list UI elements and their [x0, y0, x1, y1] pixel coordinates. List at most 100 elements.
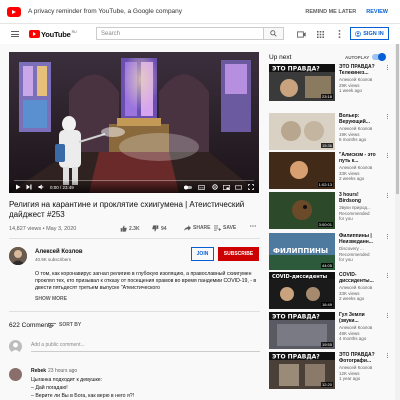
video-duration: 16:49 [320, 302, 333, 307]
recommended-title[interactable]: COVID-диссиденты... [339, 272, 379, 284]
recommended-meta: Алексей Козлов 48K views 4 months ago [339, 325, 372, 342]
privacy-reminder-text: A privacy reminder from YouTube, a Googl… [28, 8, 183, 15]
video-view-date: 14,827 views • May 3, 2020 [9, 226, 77, 232]
logo-wordmark: YouTube [41, 29, 71, 39]
more-options-icon[interactable] [386, 114, 389, 120]
comment-count: 622 Comments [9, 322, 54, 329]
review-button[interactable]: REVIEW [366, 9, 388, 15]
masthead: YouTube RU Search SIGN IN [0, 24, 400, 44]
recommended-title[interactable]: Вольер: Верующий... [339, 113, 379, 125]
more-options-icon[interactable] [386, 313, 389, 319]
commenter-avatar[interactable] [9, 368, 22, 381]
channel-name[interactable]: Алексей Козлов [35, 249, 83, 255]
video-thumbnail[interactable]: 15:36 [269, 113, 335, 150]
progress-bar[interactable] [14, 179, 254, 181]
settings-gear-icon[interactable] [210, 183, 219, 191]
save-button[interactable]: SAVE [214, 225, 236, 231]
svg-text:ЭТО ПРАВДА?: ЭТО ПРАВДА? [272, 354, 320, 361]
next-icon[interactable] [24, 183, 33, 191]
video-thumbnail[interactable]: ЭТО ПРАВДА? 12:20 [269, 352, 335, 389]
comment-text-line: – Верите ли Вы в Бога, как верю в него я… [31, 393, 135, 399]
recommended-title[interactable]: Филиппины | Неизведанн... [339, 233, 379, 245]
recommended-video[interactable]: ЭТО ПРАВДА? 12:20 ЭТО ПРАВДА? Фотографи...… [269, 352, 392, 390]
like-button[interactable]: 2.3K [120, 225, 140, 232]
recommended-title[interactable]: ЭТО ПРАВДА? Телекинез... [339, 64, 379, 76]
recommended-title[interactable]: "Алисизм - это путь к... [339, 152, 379, 164]
recommended-video[interactable]: 15:36 Вольер: Верующий... Алексей Козлов 19… [269, 113, 392, 151]
video-player[interactable]: 0:00 / 23:49 [9, 52, 259, 193]
video-frame [9, 52, 259, 193]
theater-mode-icon[interactable] [234, 183, 243, 191]
subtitles-icon[interactable] [197, 183, 206, 191]
recommended-video[interactable]: COVID-диссиденты 16:49 COVID-диссиденты...… [269, 272, 392, 310]
recommended-title[interactable]: Гул Земли (звуки... [339, 312, 379, 324]
recommended-age: for you [339, 216, 353, 221]
recommended-age: 1 year ago [339, 376, 361, 381]
search-input[interactable]: Search [96, 27, 264, 40]
volume-icon[interactable] [36, 183, 45, 191]
more-options-icon[interactable] [386, 353, 389, 359]
video-duration: 23:18 [320, 94, 333, 99]
more-options-icon[interactable] [386, 234, 389, 240]
autoplay-toggle[interactable] [372, 53, 386, 61]
player-controls: 0:00 / 23:49 [9, 179, 259, 193]
recommended-channel[interactable]: Алексей Козлов [339, 365, 372, 371]
video-description: О том, как коронавирус загнал религию в … [35, 271, 257, 291]
recommended-video[interactable]: ФИЛИППИНЫ 44:05 Филиппины | Неизведанн... D… [269, 233, 392, 271]
svg-text:ФИЛИППИНЫ: ФИЛИППИНЫ [273, 247, 328, 255]
search-button[interactable] [264, 27, 284, 40]
video-thumbnail[interactable]: 3:00:01 [269, 192, 335, 229]
save-playlist-icon [214, 225, 221, 231]
remind-me-later-button[interactable]: REMIND ME LATER [305, 9, 356, 15]
video-thumbnail[interactable]: 1:02:13 [269, 152, 335, 189]
thumbs-up-icon [120, 225, 127, 232]
recommended-title[interactable]: ЭТО ПРАВДА? Фотографи... [339, 352, 379, 364]
video-thumbnail[interactable]: ФИЛИППИНЫ 44:05 [269, 233, 335, 270]
apps-grid-icon[interactable] [315, 29, 325, 39]
like-count: 2.3K [129, 225, 140, 232]
comment-time[interactable]: 23 hours ago [48, 368, 77, 374]
autoplay-toggle-icon[interactable] [183, 183, 192, 191]
subscriber-count: 40.9K subscribers [35, 257, 72, 262]
recommended-channel[interactable]: Алексей Козлов [339, 285, 372, 291]
recommended-channel[interactable]: Звуки природ... [339, 205, 371, 211]
channel-avatar[interactable] [9, 247, 27, 265]
recommended-channel[interactable]: Алексей Козлов [339, 126, 372, 132]
sort-by-button[interactable]: SORT BY [49, 322, 81, 328]
video-thumbnail[interactable]: ЭТО ПРАВДА? 19:55 [269, 312, 335, 349]
miniplayer-icon[interactable] [222, 183, 231, 191]
menu-icon[interactable] [11, 31, 19, 37]
more-options-icon[interactable] [386, 273, 389, 279]
video-thumbnail[interactable]: ЭТО ПРАВДА? 23:18 [269, 64, 335, 101]
recommended-video[interactable]: 3:00:01 3 hours! Birdsong Звуки природ... R… [269, 192, 392, 230]
more-options-icon[interactable] [386, 193, 389, 199]
recommended-channel[interactable]: Алексей Козлов [339, 325, 372, 331]
fullscreen-icon[interactable] [246, 183, 255, 191]
video-duration: 1:02:13 [317, 182, 333, 187]
recommended-video[interactable]: ЭТО ПРАВДА? 23:18 ЭТО ПРАВДА? Телекинез...… [269, 64, 392, 102]
video-thumbnail[interactable]: COVID-диссиденты 16:49 [269, 272, 335, 309]
create-video-icon[interactable] [296, 29, 306, 39]
recommended-video[interactable]: 1:02:13 "Алисизм - это путь к... Алексей К… [269, 152, 392, 190]
recommended-channel[interactable]: Алексей Козлов [339, 165, 372, 171]
recommended-channel[interactable]: Алексей Козлов [339, 77, 372, 83]
recommended-title[interactable]: 3 hours! Birdsong [339, 192, 379, 204]
show-more-button[interactable]: SHOW MORE [35, 296, 67, 302]
dislike-button[interactable]: 94 [152, 225, 167, 232]
comment-author[interactable]: Rebek [31, 368, 46, 374]
more-options-icon[interactable] [386, 153, 389, 159]
settings-kebab-icon[interactable] [334, 29, 344, 39]
scrollbar[interactable] [395, 44, 400, 400]
add-comment-input[interactable]: Add a public comment... [31, 342, 260, 352]
youtube-logo[interactable]: YouTube RU [29, 30, 77, 39]
more-options-icon[interactable] [386, 65, 389, 71]
play-icon[interactable] [13, 183, 22, 191]
sign-in-button[interactable]: SIGN IN [350, 27, 389, 40]
share-button[interactable]: SHARE [184, 225, 211, 231]
scrollbar-thumb[interactable] [396, 44, 399, 194]
recommended-video[interactable]: ЭТО ПРАВДА? 19:55 Гул Земли (звуки... Алекс… [269, 312, 392, 350]
subscribe-button[interactable]: SUBSCRIBE [218, 247, 259, 261]
search-icon [270, 30, 277, 37]
join-button[interactable]: JOIN [191, 247, 214, 261]
more-actions-icon[interactable] [250, 225, 256, 227]
